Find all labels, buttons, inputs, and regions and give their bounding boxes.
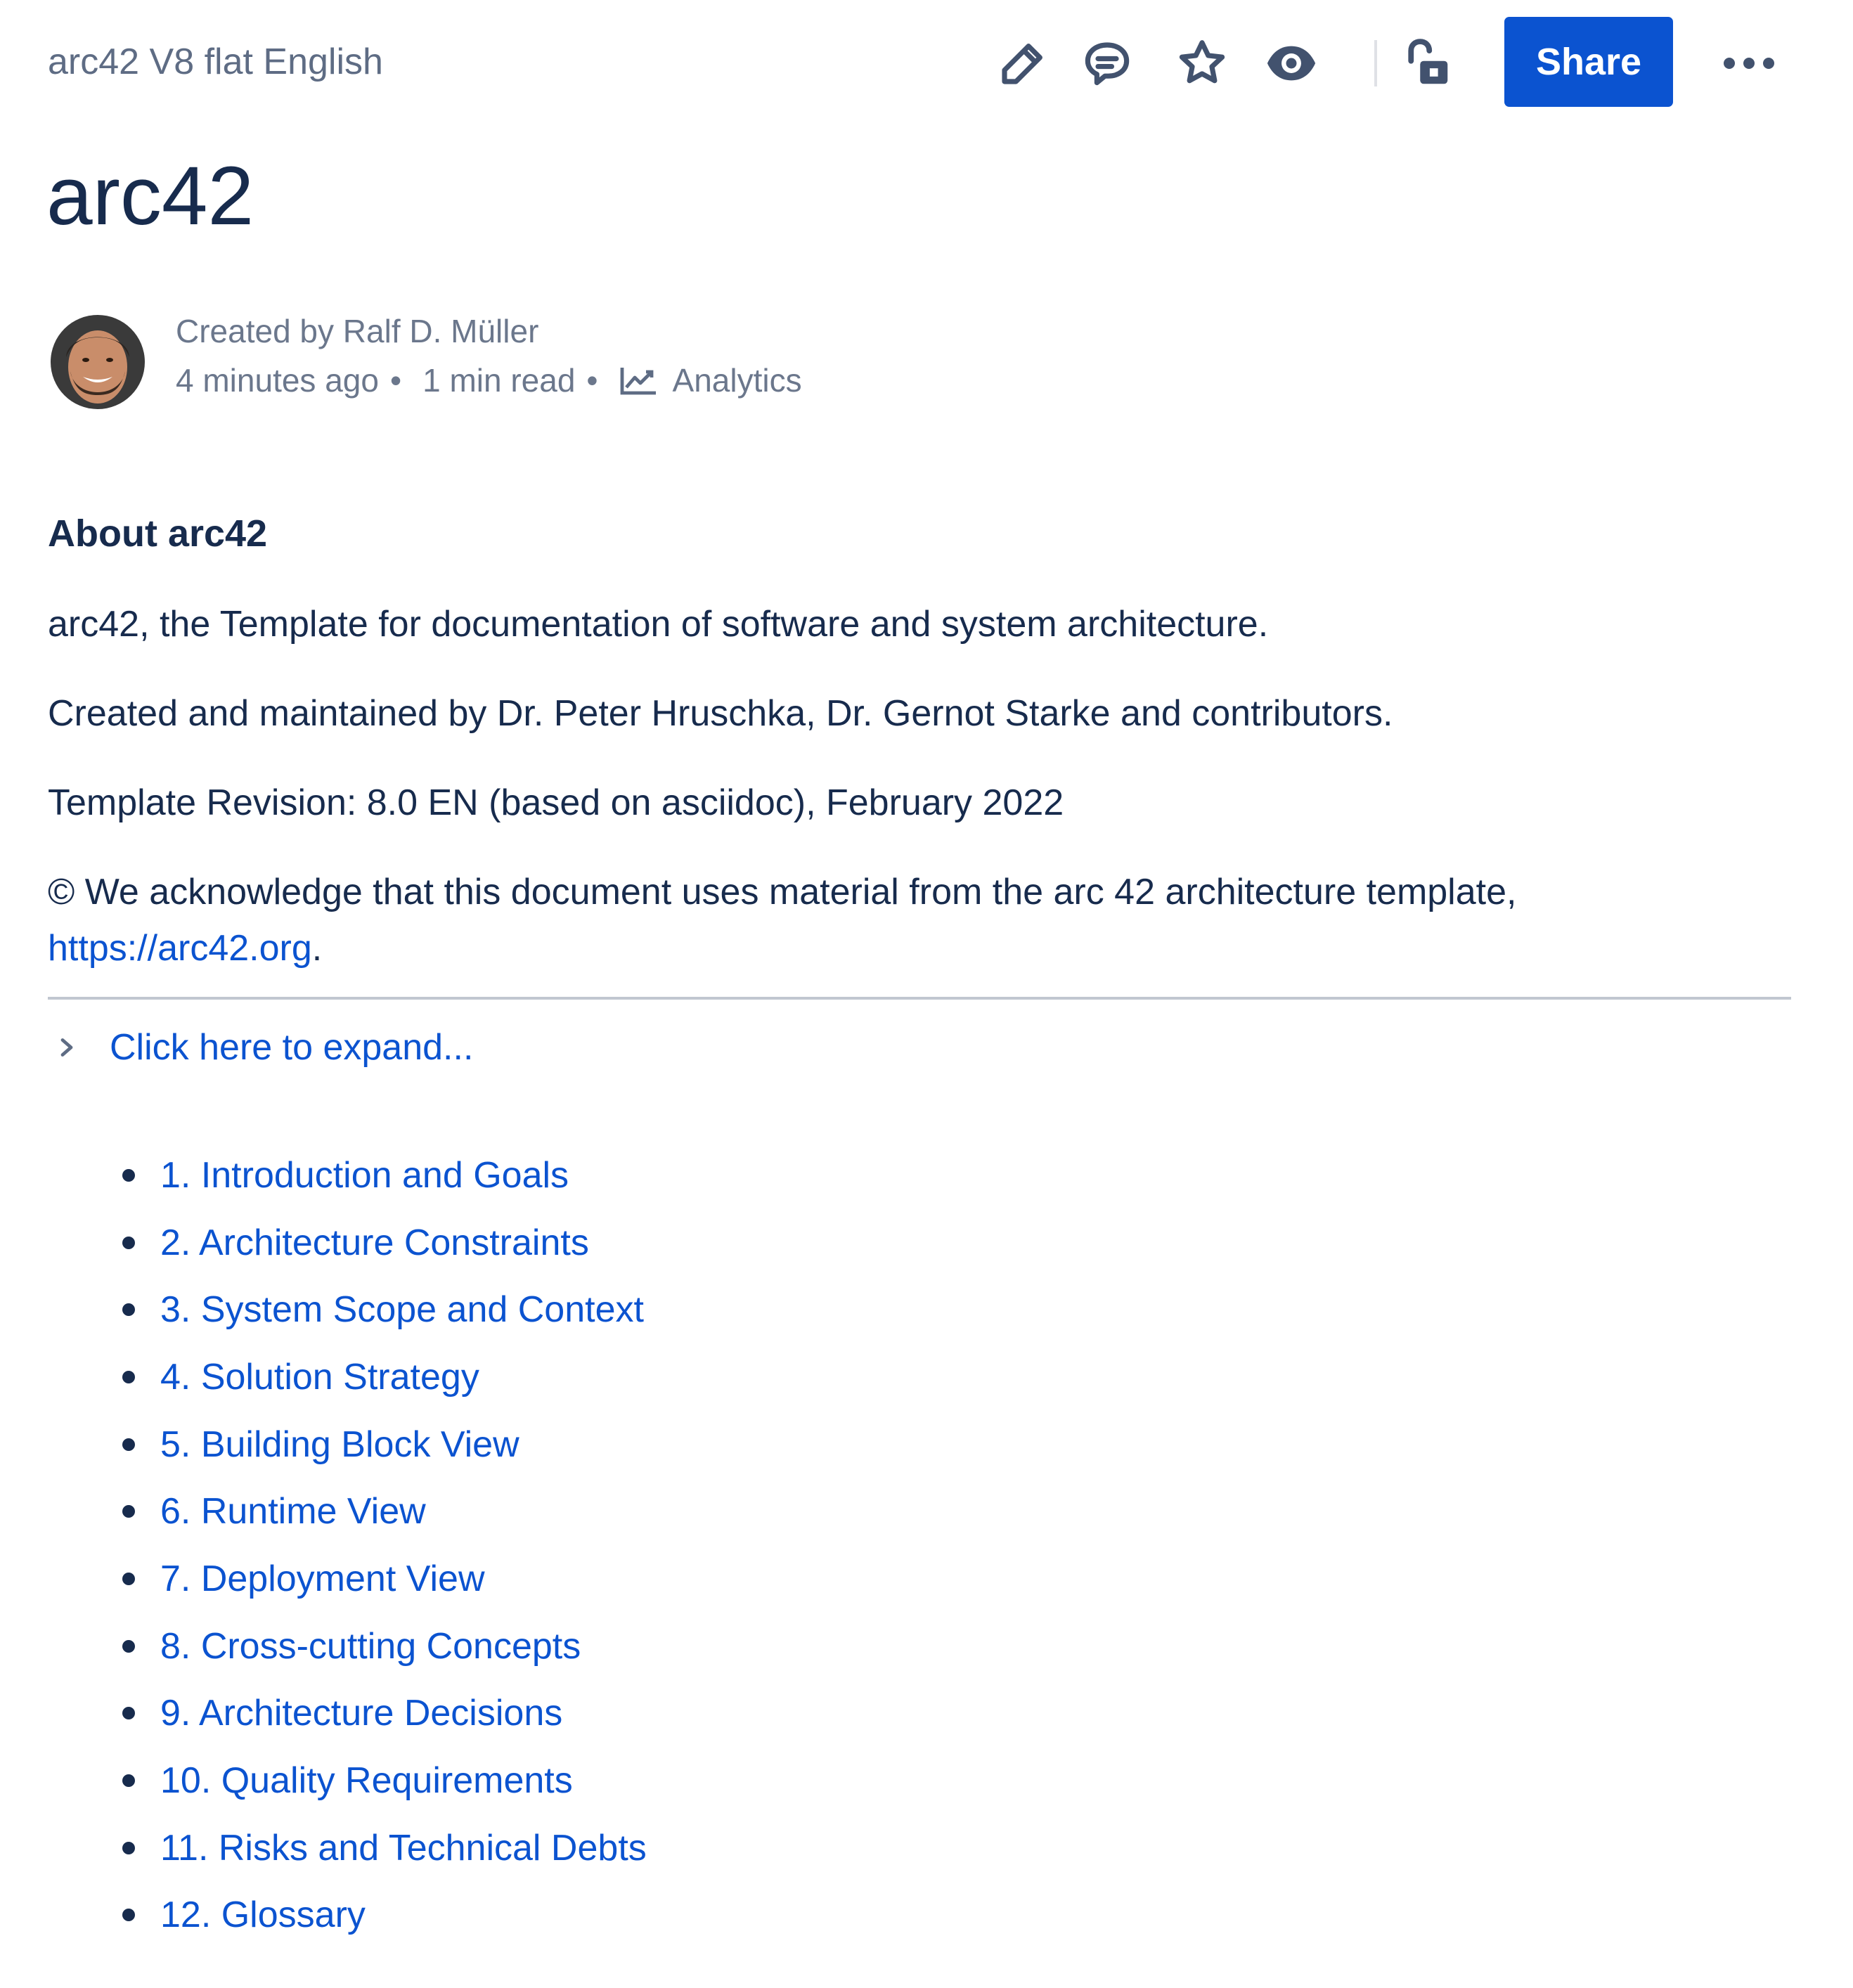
byline-read-time: 1 min read bbox=[422, 362, 576, 399]
more-actions-button[interactable] bbox=[1714, 32, 1784, 95]
byline-author: Created by Ralf D. Müller bbox=[176, 313, 539, 349]
watch-icon bbox=[1267, 46, 1316, 81]
chevron-right-icon bbox=[60, 1038, 73, 1057]
share-button[interactable]: Share bbox=[1504, 17, 1673, 107]
bullet bbox=[122, 1909, 135, 1922]
toc-link[interactable]: 11. Risks and Technical Debts bbox=[160, 1827, 647, 1869]
paragraph-acknowledgement: © We acknowledge that this document uses… bbox=[48, 864, 1516, 976]
bullet bbox=[122, 1505, 135, 1518]
bullet bbox=[122, 1168, 135, 1182]
toc-link[interactable]: 10. Quality Requirements bbox=[160, 1760, 573, 1802]
bullet bbox=[122, 1841, 135, 1854]
toc-item: 9. Architecture Decisions bbox=[0, 1680, 1406, 1748]
analytics-icon bbox=[620, 368, 656, 395]
paragraph-revision: Template Revision: 8.0 EN (based on asci… bbox=[48, 782, 1064, 823]
toc-item: 12. Glossary bbox=[0, 1882, 1406, 1949]
toc-link[interactable]: 1. Introduction and Goals bbox=[160, 1154, 569, 1196]
toc-link[interactable]: 8. Cross-cutting Concepts bbox=[160, 1625, 581, 1667]
bullet bbox=[122, 1572, 135, 1585]
toc-link[interactable]: 2. Architecture Constraints bbox=[160, 1222, 589, 1264]
toc-item: 8. Cross-cutting Concepts bbox=[0, 1613, 1406, 1680]
star-button[interactable] bbox=[1170, 32, 1234, 95]
analytics-link[interactable]: Analytics bbox=[619, 361, 802, 399]
page-title: arc42 bbox=[46, 150, 254, 243]
expand-label: Click here to expand... bbox=[110, 1027, 474, 1068]
toc-link[interactable]: 5. Building Block View bbox=[160, 1424, 519, 1466]
toc-link[interactable]: 4. Solution Strategy bbox=[160, 1356, 479, 1398]
bullet bbox=[122, 1438, 135, 1451]
paragraph-description: arc42, the Template for documentation of… bbox=[48, 604, 1269, 645]
paragraph-maintainers: Created and maintained by Dr. Peter Hrus… bbox=[48, 693, 1393, 734]
horizontal-rule bbox=[48, 997, 1791, 1000]
star-icon bbox=[1179, 40, 1225, 84]
bullet bbox=[122, 1303, 135, 1317]
bullet bbox=[122, 1774, 135, 1788]
watch-button[interactable] bbox=[1260, 32, 1323, 95]
toc-item: 5. Building Block View bbox=[0, 1411, 1406, 1478]
confluence-page: arc42 V8 flat English Share arc42 Create… bbox=[0, 0, 1853, 1988]
byline-meta: 4 minutes ago • 1 min read • Analytics bbox=[176, 361, 802, 399]
toc-link[interactable]: 3. System Scope and Context bbox=[160, 1289, 644, 1331]
toc-link[interactable]: 9. Architecture Decisions bbox=[160, 1692, 562, 1734]
acknowledgement-period: . bbox=[311, 928, 323, 969]
avatar[interactable] bbox=[51, 315, 145, 409]
toc-item: 4. Solution Strategy bbox=[0, 1343, 1406, 1411]
breadcrumb[interactable]: arc42 V8 flat English bbox=[48, 41, 383, 83]
toc-item: 1. Introduction and Goals bbox=[0, 1142, 1406, 1209]
bullet bbox=[122, 1236, 135, 1249]
toc-link[interactable]: 12. Glossary bbox=[160, 1894, 366, 1936]
restrictions-button[interactable] bbox=[1395, 32, 1459, 95]
analytics-label: Analytics bbox=[672, 362, 802, 399]
table-of-contents: 1. Introduction and Goals 2. Architectur… bbox=[0, 1142, 1406, 1949]
bullet bbox=[122, 1370, 135, 1383]
byline-separator: • bbox=[586, 362, 598, 399]
more-icon bbox=[1724, 58, 1774, 69]
toc-item: 11. Risks and Technical Debts bbox=[0, 1814, 1406, 1882]
section-heading: About arc42 bbox=[48, 512, 268, 555]
edit-icon bbox=[1002, 44, 1042, 84]
toc-item: 10. Quality Requirements bbox=[0, 1747, 1406, 1814]
byline-time: 4 minutes ago bbox=[176, 362, 379, 399]
toc-item: 2. Architecture Constraints bbox=[0, 1209, 1406, 1277]
acknowledgement-text: © We acknowledge that this document uses… bbox=[48, 872, 1517, 912]
byline-separator: • bbox=[389, 362, 402, 399]
toc-link[interactable]: 6. Runtime View bbox=[160, 1490, 426, 1532]
expand-toggle[interactable]: Click here to expand... bbox=[56, 1026, 473, 1069]
bullet bbox=[122, 1707, 135, 1720]
avatar-icon bbox=[51, 315, 145, 409]
unlock-icon bbox=[1408, 39, 1448, 84]
arc42-link[interactable]: https://arc42.org bbox=[48, 928, 312, 969]
bullet bbox=[122, 1639, 135, 1653]
toc-item: 6. Runtime View bbox=[0, 1478, 1406, 1545]
edit-button[interactable] bbox=[991, 32, 1054, 95]
toc-item: 7. Deployment View bbox=[0, 1545, 1406, 1613]
toc-item: 3. System Scope and Context bbox=[0, 1276, 1406, 1343]
toolbar-divider bbox=[1374, 40, 1377, 86]
comment-button[interactable] bbox=[1076, 32, 1139, 95]
toc-link[interactable]: 7. Deployment View bbox=[160, 1558, 485, 1600]
comment-icon bbox=[1085, 42, 1130, 86]
